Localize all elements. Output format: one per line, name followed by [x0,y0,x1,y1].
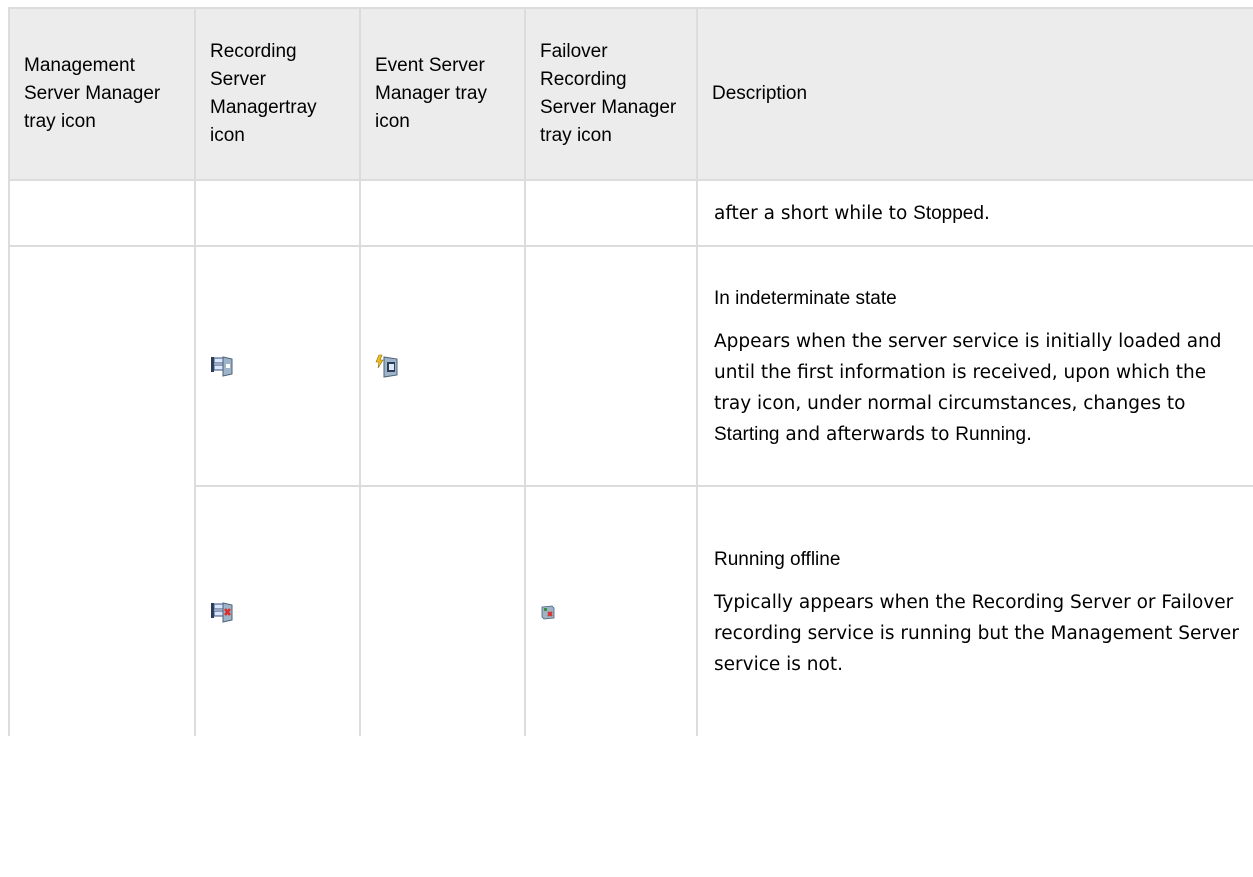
status-description: Appears when the server service is initi… [714,326,1244,450]
status-stopped: Stopped [913,202,984,224]
cell-empty [8,179,196,247]
header-row: Management Server Manager tray icon Reco… [8,7,1253,181]
cell-failover-icon [524,485,698,736]
cell-empty [524,179,698,247]
description-text: after a short while to [714,202,914,224]
description-text: Appears when the server service is initi… [714,330,1222,414]
recording-server-offline-icon [210,600,359,624]
description-text: and afterwards to [779,423,956,445]
cell-recording-icon [194,485,361,736]
cell-recording-icon [194,245,361,487]
cell-event-empty [359,485,526,736]
header-recording: Recording Server Managertray icon [194,7,361,181]
punctuation: . [1026,423,1032,445]
cell-empty [194,179,361,247]
cell-management-empty [8,245,196,736]
cell-event-icon [359,245,526,487]
description-cell: Running offline Typically appears when t… [696,485,1253,736]
recording-server-indeterminate-icon [210,354,359,378]
punctuation: . [983,202,990,224]
status-description: Typically appears when the Recording Ser… [714,591,1239,675]
table-row-continued: after a short while to Stopped. [8,179,1253,247]
description-cell: In indeterminate state Appears when the … [696,245,1253,487]
cell-empty [359,179,526,247]
event-server-indeterminate-icon [375,354,524,378]
table-row-indeterminate: In indeterminate state Appears when the … [8,245,1253,736]
header-description: Description [696,7,1253,181]
description-cell: after a short while to Stopped. [696,179,1253,247]
header-event: Event Server Manager tray icon [359,7,526,181]
status-title: Running offline [714,548,841,570]
failover-server-offline-icon [540,604,696,620]
tray-icon-table: Management Server Manager tray icon Reco… [8,7,1253,736]
table-row-offline: Running offline Typically appears when t… [9,485,1253,736]
status-starting: Starting [714,423,780,445]
header-management: Management Server Manager tray icon [8,7,196,181]
status-running: Running [955,423,1027,445]
header-failover: Failover Recording Server Manager tray i… [524,7,698,181]
status-title: In indeterminate state [714,287,897,309]
cell-failover-empty [524,245,698,487]
